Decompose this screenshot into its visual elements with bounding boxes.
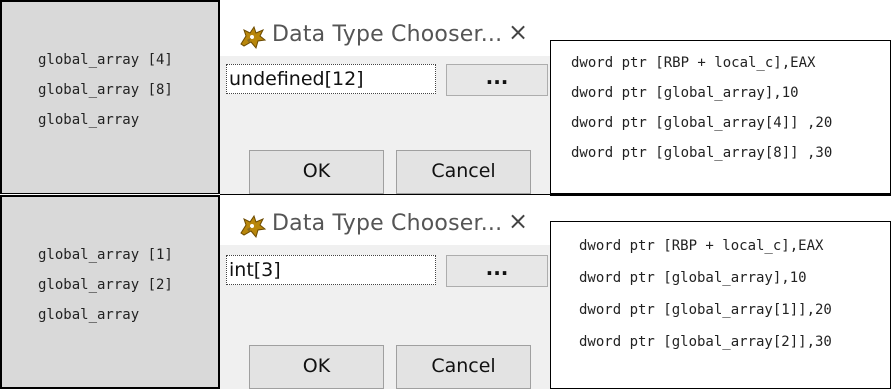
dragon-icon bbox=[240, 214, 267, 239]
instruction-list: dword ptr [RBP + local_c],EAX dword ptr … bbox=[579, 236, 832, 364]
cancel-button[interactable]: Cancel bbox=[396, 345, 531, 389]
data-type-input[interactable]: int[3] bbox=[226, 255, 436, 285]
ok-button[interactable]: OK bbox=[249, 150, 384, 194]
close-icon[interactable]: × bbox=[508, 18, 528, 46]
dialog-title: Data Type Chooser... bbox=[272, 22, 503, 47]
disassembly-panel: dword ptr [RBP + local_c],EAX dword ptr … bbox=[550, 221, 891, 389]
symbol-list: global_array [1] global_array [2] global… bbox=[38, 245, 173, 335]
bottom-example: global_array [1] global_array [2] global… bbox=[0, 195, 891, 389]
close-icon[interactable]: × bbox=[508, 207, 528, 235]
instruction-line: dword ptr [global_array],10 bbox=[579, 270, 807, 286]
dialog-titlebar[interactable]: Data Type Chooser... × bbox=[220, 0, 550, 56]
instruction-list: dword ptr [RBP + local_c],EAX dword ptr … bbox=[571, 53, 832, 173]
symbol-label: global_array [2] bbox=[38, 277, 173, 293]
instruction-line: dword ptr [RBP + local_c],EAX bbox=[571, 55, 816, 71]
instruction-line: dword ptr [global_array[4]] ,20 bbox=[571, 115, 833, 131]
top-example: global_array [4] global_array [8] global… bbox=[0, 0, 891, 194]
data-type-chooser-dialog: Data Type Chooser... × int[3] ... OK Can… bbox=[220, 195, 550, 389]
dragon-icon bbox=[240, 25, 267, 50]
symbol-label: global_array [4] bbox=[38, 52, 173, 68]
ok-button[interactable]: OK bbox=[249, 345, 384, 389]
instruction-line: dword ptr [global_array[8]] ,30 bbox=[571, 145, 833, 161]
symbol-label: global_array bbox=[38, 112, 140, 128]
data-type-chooser-dialog: Data Type Chooser... × undefined[12] ...… bbox=[220, 0, 550, 194]
symbol-list-panel: global_array [1] global_array [2] global… bbox=[0, 195, 220, 389]
symbol-label: global_array bbox=[38, 307, 140, 323]
data-type-input[interactable]: undefined[12] bbox=[226, 64, 436, 94]
instruction-line: dword ptr [RBP + local_c],EAX bbox=[579, 238, 824, 254]
dialog-title: Data Type Chooser... bbox=[272, 211, 503, 236]
disassembly-panel: dword ptr [RBP + local_c],EAX dword ptr … bbox=[550, 40, 891, 194]
browse-button[interactable]: ... bbox=[446, 255, 548, 287]
dialog-titlebar[interactable]: Data Type Chooser... × bbox=[220, 195, 550, 245]
browse-button[interactable]: ... bbox=[446, 64, 548, 96]
symbol-list: global_array [4] global_array [8] global… bbox=[38, 50, 173, 140]
instruction-line: dword ptr [global_array],10 bbox=[571, 85, 799, 101]
symbol-list-panel: global_array [4] global_array [8] global… bbox=[0, 0, 220, 194]
symbol-label: global_array [8] bbox=[38, 82, 173, 98]
instruction-line: dword ptr [global_array[1]],20 bbox=[579, 302, 832, 318]
cancel-button[interactable]: Cancel bbox=[396, 150, 531, 194]
symbol-label: global_array [1] bbox=[38, 247, 173, 263]
instruction-line: dword ptr [global_array[2]],30 bbox=[579, 334, 832, 350]
